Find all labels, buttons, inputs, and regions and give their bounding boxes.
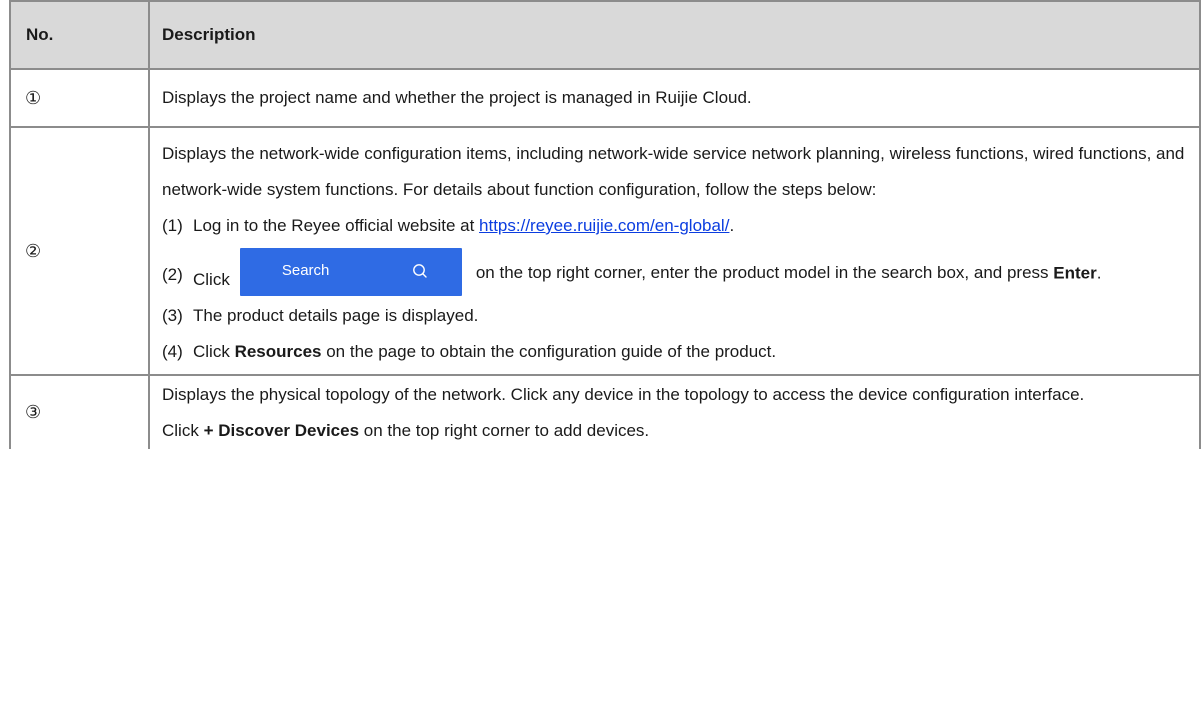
table-header-row: No. Description	[9, 0, 1201, 70]
topology-paragraph: Displays the physical topology of the ne…	[162, 385, 1085, 404]
step-number: (3)	[162, 306, 183, 325]
header-no: No.	[9, 0, 150, 70]
row-number-cell: ③	[9, 374, 150, 449]
row-number-cell: ②	[9, 126, 150, 376]
row-description: Displays the project name and whether th…	[162, 88, 752, 107]
step-4: (4) Click Resources on the page to obtai…	[162, 334, 1185, 370]
step-1: (1) Log in to the Reyee official website…	[162, 208, 1185, 244]
step-2: (2) Click Search on the top right corner, …	[162, 248, 1185, 298]
search-button[interactable]: Search	[239, 248, 462, 296]
reyee-website-link[interactable]: https://reyee.ruijie.com/en-global/	[479, 216, 729, 235]
search-button-label: Search	[281, 262, 330, 279]
header-description: Description	[148, 0, 1201, 70]
step-3: (3) The product details page is displaye…	[162, 298, 1185, 334]
row-number: ③	[25, 402, 42, 423]
row-description-cell: Displays the physical topology of the ne…	[148, 374, 1201, 449]
table-row: ① Displays the project name and whether …	[9, 68, 1201, 128]
step-number: (1)	[162, 216, 183, 235]
table-row: ② Displays the network-wide configuratio…	[9, 126, 1201, 376]
row-number-cell: ①	[9, 68, 150, 128]
step-number: (2)	[162, 265, 183, 284]
description-table: No. Description ① Displays the project n…	[9, 0, 1201, 449]
row-description-cell: Displays the network-wide configuration …	[148, 126, 1201, 376]
row-description-cell: Displays the project name and whether th…	[148, 68, 1201, 128]
row-number: ②	[25, 240, 42, 262]
discover-devices-paragraph: Click + Discover Devices on the top righ…	[162, 421, 650, 440]
step-number: (4)	[162, 342, 183, 361]
row-number: ①	[25, 87, 42, 109]
intro-paragraph: Displays the network-wide configuration …	[162, 144, 1185, 199]
search-icon	[412, 264, 427, 278]
table-row: ③ Displays the physical topology of the …	[9, 374, 1201, 449]
